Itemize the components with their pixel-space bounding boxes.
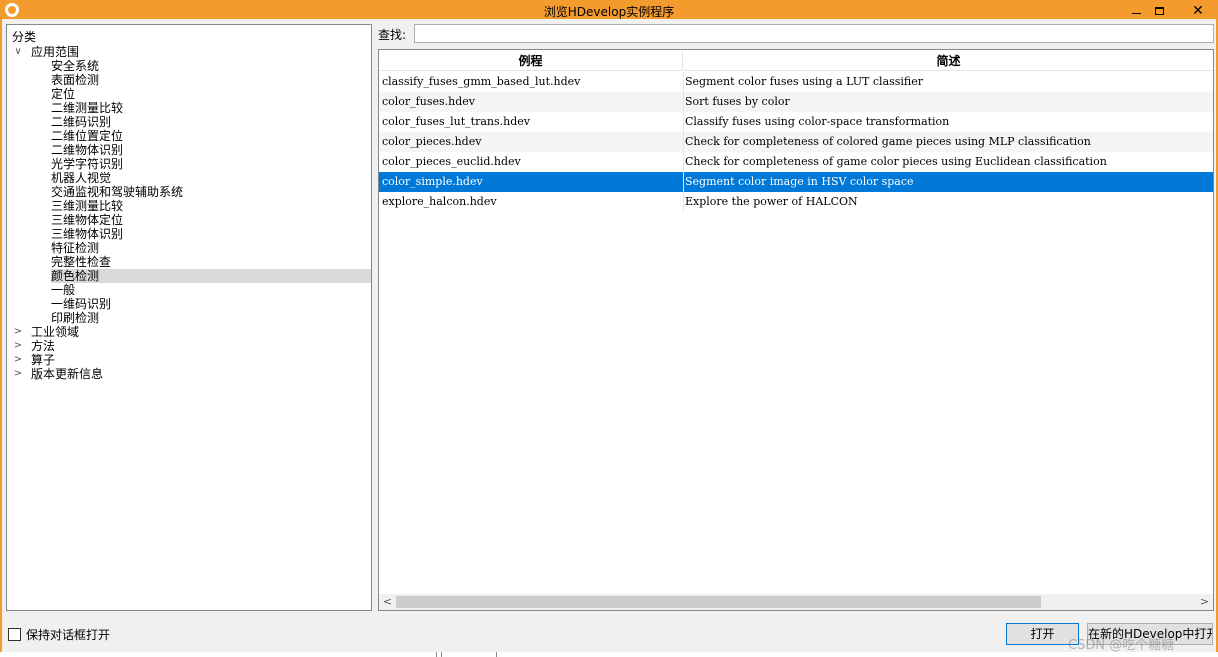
scroll-left-icon[interactable]: < (379, 594, 396, 610)
expand-arrow-icon[interactable]: > (13, 325, 23, 339)
column-divider (683, 152, 684, 172)
column-divider (683, 132, 684, 152)
keep-open-label: 保持对话框打开 (26, 628, 111, 642)
tree-item[interactable]: 交通监视和驾驶辅助系统 (51, 185, 183, 199)
cell-example-name: color_pieces.hdev (382, 135, 482, 148)
cell-description: Classify fuses using color-space transfo… (685, 115, 950, 128)
tree-item[interactable]: 二维测量比较 (51, 101, 123, 115)
tree-item[interactable]: 特征检测 (51, 241, 99, 255)
close-icon: ✕ (1192, 2, 1204, 19)
search-label: 查找: (378, 28, 407, 42)
tree-node-application-area[interactable]: 应用范围 (31, 45, 79, 59)
tree-item[interactable]: 表面检测 (51, 73, 99, 87)
tree-item[interactable]: 一维码识别 (51, 297, 111, 311)
cell-description: Segment color fuses using a LUT classifi… (685, 75, 924, 88)
table-row[interactable]: color_fuses_lut_trans.hdev Classify fuse… (379, 112, 1213, 132)
column-divider (683, 172, 684, 192)
table-row[interactable]: color_pieces.hdev Check for completeness… (379, 132, 1213, 152)
cell-example-name: color_pieces_euclid.hdev (382, 155, 521, 168)
examples-table[interactable]: 例程 简述 classify_fuses_gmm_based_lut.hdev … (378, 49, 1214, 611)
tree-item[interactable]: 安全系统 (51, 59, 99, 73)
cell-example-name: explore_halcon.hdev (382, 195, 497, 208)
table-row[interactable]: explore_halcon.hdev Explore the power of… (379, 192, 1213, 212)
scroll-right-icon[interactable]: > (1196, 594, 1213, 610)
watermark: CSDN @吃个糖糖 (1068, 638, 1175, 653)
tree-item[interactable]: 印刷检测 (51, 311, 99, 325)
title-bar[interactable]: 浏览HDevelop实例程序 ✕ (2, 2, 1216, 19)
tree-node-operators[interactable]: 算子 (31, 353, 55, 367)
horizontal-scrollbar[interactable]: < > (379, 594, 1213, 610)
table-row[interactable]: classify_fuses_gmm_based_lut.hdev Segmen… (379, 72, 1213, 92)
keep-open-checkbox[interactable] (8, 628, 21, 641)
tree-item[interactable]: 二维物体识别 (51, 143, 123, 157)
column-divider (683, 72, 684, 92)
collapse-arrow-icon[interactable]: ∨ (13, 45, 23, 59)
expand-arrow-icon[interactable]: > (13, 353, 23, 367)
scrollbar-thumb[interactable] (396, 596, 1041, 608)
tree-item-selected[interactable]: 颜色检测 (51, 269, 371, 283)
tree-item[interactable]: 机器人视觉 (51, 171, 111, 185)
column-divider (683, 112, 684, 132)
tree-node-industry[interactable]: 工业领域 (31, 325, 79, 339)
cell-description: Check for completeness of game color pie… (685, 155, 1107, 168)
cell-example-name: classify_fuses_gmm_based_lut.hdev (382, 75, 581, 88)
tree-item[interactable]: 定位 (51, 87, 75, 101)
window-title: 浏览HDevelop实例程序 (543, 5, 675, 19)
cell-description: Sort fuses by color (685, 95, 790, 108)
expand-arrow-icon[interactable]: > (13, 339, 23, 353)
table-row-selected[interactable]: color_simple.hdev Segment color image in… (379, 172, 1213, 192)
tree-item[interactable]: 光学字符识别 (51, 157, 123, 171)
cell-description: Check for completeness of colored game p… (685, 135, 1091, 148)
search-input[interactable] (414, 24, 1214, 43)
tree-item[interactable]: 二维码识别 (51, 115, 111, 129)
maximize-button[interactable] (1145, 2, 1173, 19)
tree-item[interactable]: 二维位置定位 (51, 129, 123, 143)
tree-node-version-info[interactable]: 版本更新信息 (31, 367, 103, 381)
tree-item[interactable]: 一般 (51, 283, 75, 297)
cell-example-name: color_fuses.hdev (382, 95, 475, 108)
divider (496, 652, 497, 657)
close-button[interactable]: ✕ (1180, 2, 1216, 19)
cell-description: Segment color image in HSV color space (685, 175, 914, 188)
tree-item[interactable]: 三维物体识别 (51, 227, 123, 241)
category-tree[interactable]: 分类 ∨ 应用范围 安全系统 表面检测 定位 二维测量比较 二维码识别 二维位置… (6, 24, 372, 611)
expand-arrow-icon[interactable]: > (13, 367, 23, 381)
minimize-icon (1131, 13, 1141, 14)
cell-example-name: color_simple.hdev (382, 175, 483, 188)
table-row[interactable]: color_pieces_euclid.hdev Check for compl… (379, 152, 1213, 172)
column-divider (683, 192, 684, 212)
maximize-icon (1154, 6, 1164, 15)
divider (441, 652, 442, 657)
table-row[interactable]: color_fuses.hdev Sort fuses by color (379, 92, 1213, 112)
bottom-strip (0, 652, 1218, 657)
keep-dialog-open-option[interactable]: 保持对话框打开 (8, 626, 110, 643)
column-divider (683, 92, 684, 112)
tree-item[interactable]: 三维物体定位 (51, 213, 123, 227)
cell-example-name: color_fuses_lut_trans.hdev (382, 115, 530, 128)
column-header-description[interactable]: 简述 (684, 51, 1213, 71)
divider (436, 652, 437, 657)
tree-header: 分类 (12, 30, 37, 44)
tree-item[interactable]: 三维测量比较 (51, 199, 123, 213)
dialog-window: 浏览HDevelop实例程序 ✕ 分类 ∨ 应用范围 安全系统 表面检测 定位 … (0, 0, 1218, 657)
column-header-example[interactable]: 例程 (379, 51, 683, 71)
tree-item[interactable]: 完整性检查 (51, 255, 111, 269)
tree-node-method[interactable]: 方法 (31, 339, 55, 353)
cell-description: Explore the power of HALCON (685, 195, 858, 208)
